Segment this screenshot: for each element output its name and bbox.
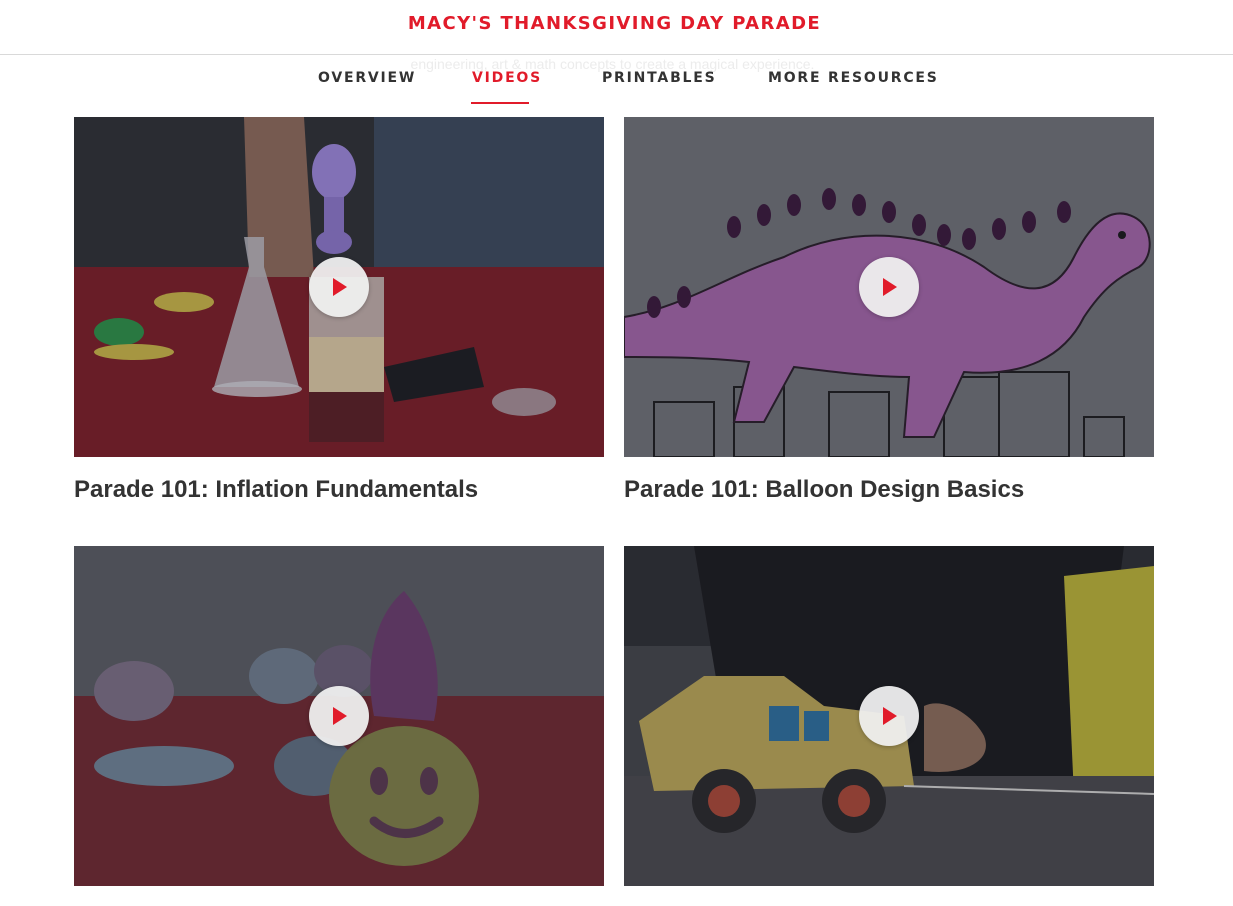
video-card-balloon-design[interactable]: Parade 101: Balloon Design Basics bbox=[624, 117, 1154, 504]
tab-more-resources[interactable]: MORE RESOURCES bbox=[768, 70, 939, 86]
tab-overview[interactable]: OVERVIEW bbox=[318, 70, 416, 86]
tab-printables[interactable]: PRINTABLES bbox=[602, 70, 717, 86]
play-icon[interactable] bbox=[859, 257, 919, 317]
section-tabs: OVERVIEW VIDEOS PRINTABLES MORE RESOURCE… bbox=[0, 58, 1233, 108]
video-card-inflation[interactable]: Parade 101: Inflation Fundamentals bbox=[74, 117, 604, 504]
play-icon[interactable] bbox=[859, 686, 919, 746]
site-header: MACY'S THANKSGIVING DAY PARADE bbox=[0, 0, 1233, 55]
play-icon[interactable] bbox=[309, 686, 369, 746]
tab-videos[interactable]: VIDEOS bbox=[472, 70, 542, 86]
active-tab-indicator bbox=[471, 102, 529, 104]
play-triangle-icon bbox=[883, 707, 897, 725]
video-thumbnail[interactable] bbox=[74, 546, 604, 886]
play-triangle-icon bbox=[333, 278, 347, 296]
video-thumbnail[interactable] bbox=[624, 546, 1154, 886]
play-icon[interactable] bbox=[309, 257, 369, 317]
video-title[interactable]: Parade 101: Balloon Design Basics bbox=[624, 476, 1154, 504]
video-title[interactable]: Parade 101: Inflation Fundamentals bbox=[74, 476, 604, 504]
video-thumbnail[interactable] bbox=[624, 117, 1154, 457]
play-triangle-icon bbox=[883, 278, 897, 296]
play-triangle-icon bbox=[333, 707, 347, 725]
video-card-4[interactable] bbox=[624, 546, 1154, 905]
video-card-3[interactable] bbox=[74, 546, 604, 905]
brand-logo[interactable]: MACY'S THANKSGIVING DAY PARADE bbox=[0, 13, 1229, 34]
video-thumbnail[interactable] bbox=[74, 117, 604, 457]
